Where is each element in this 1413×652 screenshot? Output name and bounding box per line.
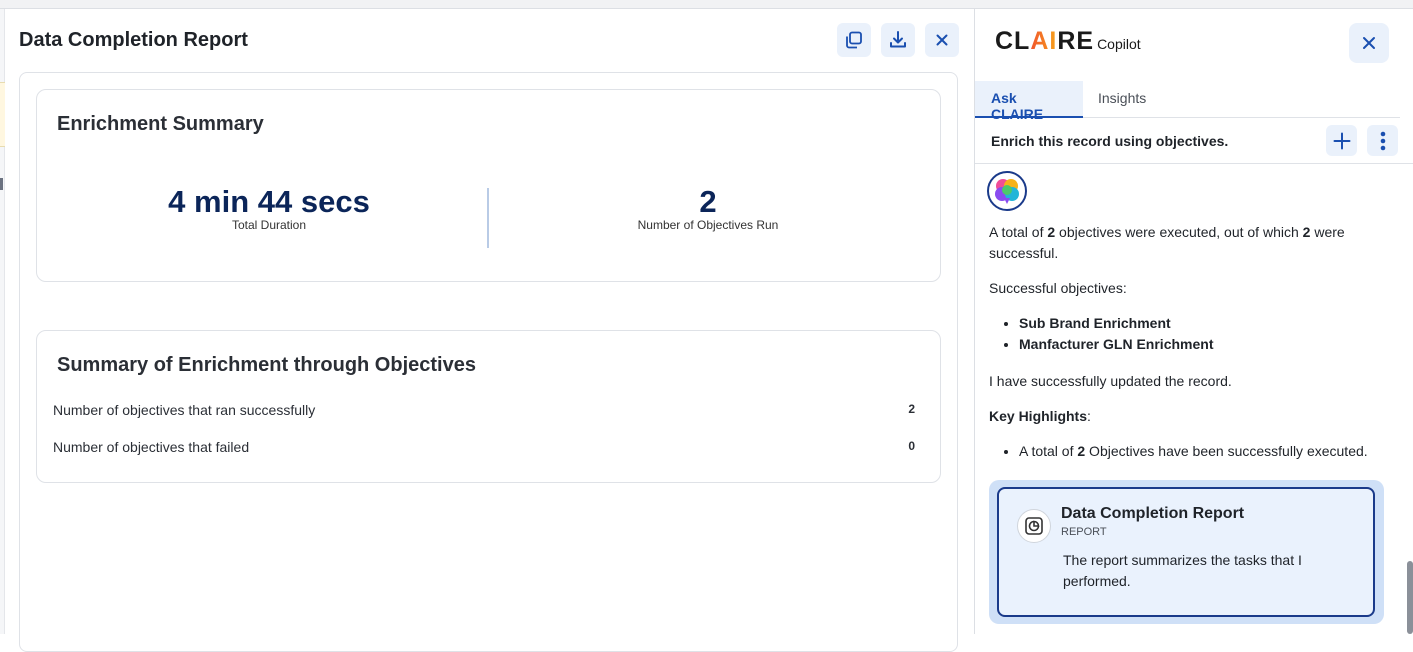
total-duration-value: 4 min 44 secs	[168, 184, 370, 219]
report-card-description: The report summarizes the tasks that I p…	[1063, 552, 1302, 589]
metric-divider	[487, 188, 489, 248]
record-updated-text: I have successfully updated the record.	[989, 373, 1232, 389]
key-highlights-heading: Key Highlights:	[989, 408, 1091, 424]
close-icon	[936, 34, 948, 46]
download-icon	[890, 31, 906, 48]
claire-copilot-logo: CLAIRE Copilot	[995, 27, 1141, 56]
list-item: Sub Brand Enrichment	[1019, 313, 1379, 334]
list-item: Manfacturer GLN Enrichment	[1019, 334, 1379, 355]
tab-ask-claire[interactable]: Ask CLAIRE	[975, 81, 1083, 122]
brand-wordmark: CLAIRE	[995, 27, 1095, 55]
scrollbar-thumb[interactable]	[1407, 561, 1413, 634]
report-chart-icon	[1025, 517, 1043, 535]
tab-insights[interactable]: Insights	[1082, 81, 1162, 118]
summary-row-value: 2	[908, 402, 915, 416]
more-options-button[interactable]	[1367, 125, 1398, 156]
brain-avatar-icon	[995, 179, 1019, 204]
claire-avatar	[987, 171, 1027, 211]
copy-button[interactable]	[837, 23, 871, 57]
more-vertical-icon	[1380, 131, 1385, 150]
objectives-summary-card: Summary of Enrichment through Objectives…	[36, 330, 941, 483]
download-button[interactable]	[881, 23, 915, 57]
report-panel: Data Completion Report Enrichment Summar…	[5, 9, 975, 652]
summary-row-success: Number of objectives that ran successful…	[53, 402, 915, 418]
summary-row-label: Number of objectives that ran successful…	[53, 402, 316, 418]
objectives-run-value: 2	[699, 184, 717, 219]
report-body: Enrichment Summary 4 min 44 secs Total D…	[19, 72, 958, 652]
objectives-run-metric: 2 Number of Objectives Run	[508, 184, 908, 233]
close-copilot-button[interactable]	[1349, 23, 1389, 63]
enrichment-summary-title: Enrichment Summary	[57, 113, 264, 135]
copilot-tabs: Ask CLAIRE Insights	[975, 81, 1400, 122]
copy-icon	[846, 31, 862, 49]
list-item: A total of 2 Objectives have been succes…	[1019, 441, 1379, 462]
enrichment-summary-card: Enrichment Summary 4 min 44 secs Total D…	[36, 89, 941, 282]
report-icon-badge	[1017, 509, 1051, 543]
plus-icon	[1333, 132, 1350, 149]
report-card-type: REPORT	[1061, 526, 1107, 538]
summary-row-value: 0	[908, 439, 915, 453]
user-prompt: Enrich this record using objectives.	[991, 133, 1229, 149]
report-card-container: Data Completion Report REPORT The report…	[989, 480, 1384, 624]
objectives-run-label: Number of Objectives Run	[637, 218, 779, 232]
prompt-bar: Enrich this record using objectives.	[975, 118, 1413, 164]
objectives-summary-title: Summary of Enrichment through Objectives	[57, 354, 476, 376]
app-top-border	[0, 0, 1413, 9]
total-duration-label: Total Duration	[231, 218, 307, 232]
background-marker	[0, 178, 3, 190]
successful-objectives-heading: Successful objectives:	[989, 280, 1127, 296]
copilot-panel: CLAIRE Copilot Ask CLAIRE Insights Enric…	[974, 9, 1413, 634]
summary-row-label: Number of objectives that failed	[53, 439, 250, 455]
brand-subtitle: Copilot	[1097, 36, 1141, 52]
response-summary: A total of 2 objectives were executed, o…	[989, 224, 1345, 261]
new-chat-button[interactable]	[1326, 125, 1357, 156]
close-report-button[interactable]	[925, 23, 959, 57]
close-icon	[1363, 37, 1375, 49]
total-duration-metric: 4 min 44 secs Total Duration	[69, 184, 469, 233]
report-title: Data Completion Report	[19, 29, 248, 51]
key-highlights-list: A total of 2 Objectives have been succes…	[989, 441, 1379, 462]
summary-row-failed: Number of objectives that failed 0	[53, 439, 915, 455]
report-card-title: Data Completion Report	[1061, 505, 1245, 522]
successful-objectives-list: Sub Brand Enrichment Manfacturer GLN Enr…	[989, 313, 1379, 355]
report-card[interactable]: Data Completion Report REPORT The report…	[997, 487, 1375, 617]
